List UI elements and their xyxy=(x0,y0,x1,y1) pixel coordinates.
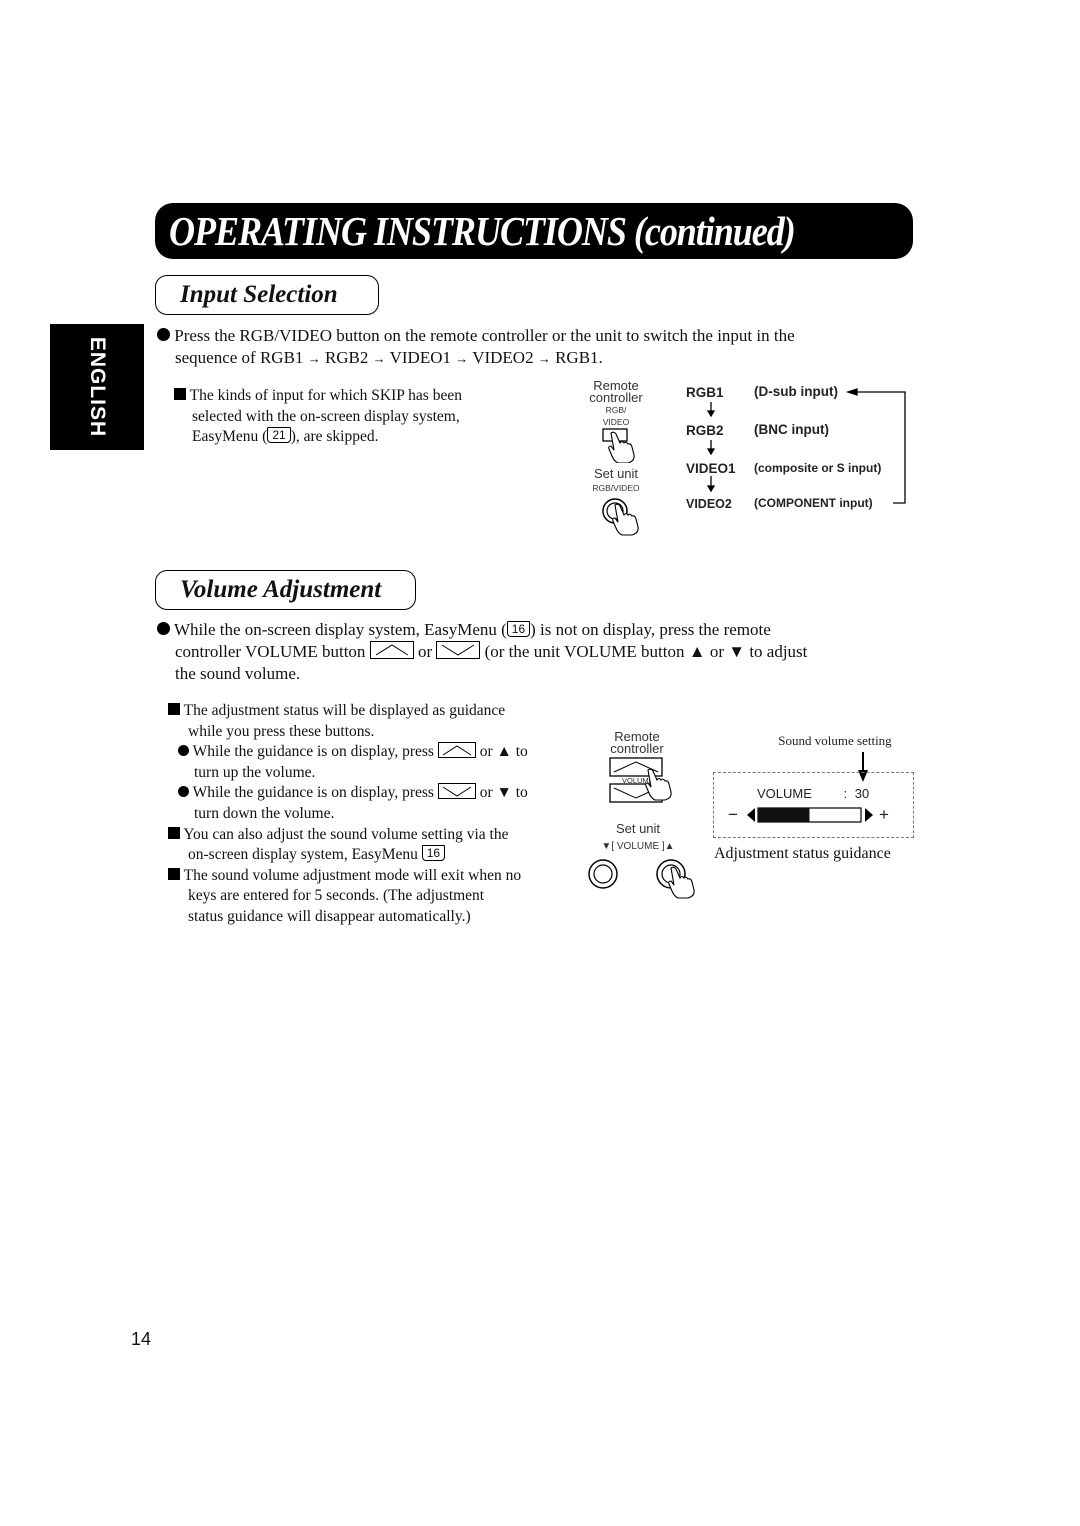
volume-instruction: While the on-screen display system, Easy… xyxy=(157,619,917,685)
minus-sign: − xyxy=(728,805,738,824)
volume-unit-buttons-icon xyxy=(588,859,695,899)
square-bullet-icon xyxy=(168,826,180,839)
increase-arrow-icon xyxy=(865,808,873,822)
volume-slider xyxy=(747,807,873,823)
page-number: 14 xyxy=(131,1329,152,1349)
hand-press-volume-key-icon: VOLUME xyxy=(609,757,672,803)
volume-notes: The adjustment status will be displayed … xyxy=(168,701,588,928)
plus-sign: + xyxy=(879,805,889,824)
slider-fill xyxy=(758,808,810,822)
guidance-caption: Adjustment status guidance xyxy=(714,845,891,862)
volume-readout: VOLUME : 30 xyxy=(757,786,870,801)
section-heading-volume-adjustment: Volume Adjustment xyxy=(155,570,416,610)
volume-up-key-icon xyxy=(437,742,476,759)
sequence-arrows xyxy=(706,388,906,504)
page-ref-icon: 16 xyxy=(421,845,446,862)
bullet-icon xyxy=(157,622,170,635)
bullet-icon xyxy=(178,745,189,757)
volume-up-key-icon xyxy=(369,641,414,659)
page-ref-icon: 16 xyxy=(506,621,531,637)
volume-unit-diagram: Set unit ▼[ VOLUME ]▲ xyxy=(601,821,675,852)
volume-down-key-icon xyxy=(436,641,481,659)
volume-down-key-icon xyxy=(437,783,476,800)
sound-volume-setting-label: Sound volume setting xyxy=(778,733,892,748)
square-bullet-icon xyxy=(168,867,180,880)
volume-remote-diagram: Remote controller xyxy=(610,729,664,756)
bullet-icon xyxy=(178,786,189,798)
decrease-arrow-icon xyxy=(747,808,755,822)
square-bullet-icon xyxy=(168,703,180,715)
